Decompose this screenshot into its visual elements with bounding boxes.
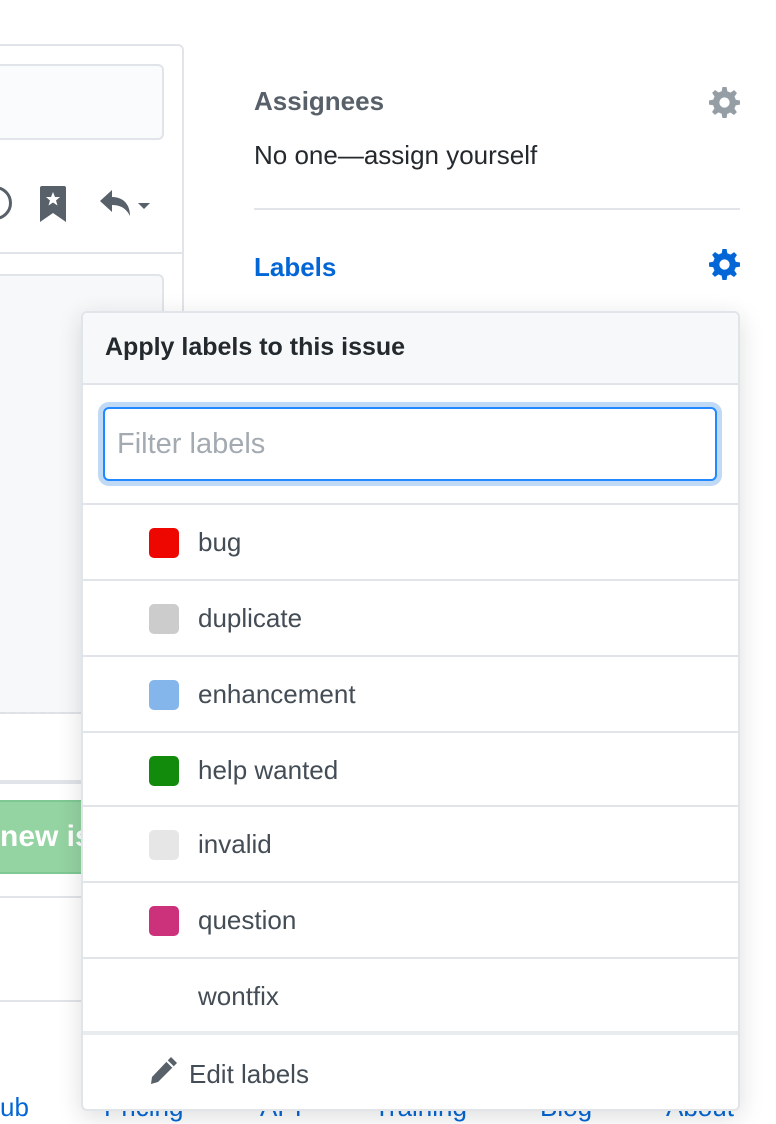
label-name: help wanted	[198, 755, 339, 785]
label-name: bug	[198, 527, 242, 557]
sidebar-divider	[254, 208, 740, 210]
label-name: enhancement	[198, 679, 356, 709]
labels-gear-icon[interactable]	[708, 248, 741, 286]
edit-labels-link[interactable]: Edit labels	[83, 1031, 738, 1109]
label-color-swatch	[149, 906, 179, 936]
assignees-heading[interactable]: Assignees	[254, 86, 384, 117]
edit-labels-text: Edit labels	[189, 1059, 309, 1089]
label-item-question[interactable]: question	[83, 883, 738, 959]
label-name: duplicate	[198, 603, 303, 633]
label-color-swatch	[149, 680, 179, 710]
label-name: question	[198, 905, 297, 935]
labels-heading[interactable]: Labels	[254, 252, 336, 283]
label-item-wontfix[interactable]: wontfix	[83, 959, 738, 1035]
label-color-swatch	[149, 830, 179, 860]
label-color-swatch	[149, 604, 179, 634]
popover-title: Apply labels to this issue	[83, 313, 738, 385]
filter-labels-input[interactable]	[103, 407, 717, 481]
label-item-bug[interactable]: bug	[83, 505, 738, 581]
saved-replies-icon[interactable]	[40, 186, 66, 227]
filter-container	[83, 385, 738, 505]
label-color-swatch	[149, 756, 179, 786]
label-item-help-wanted[interactable]: help wanted	[83, 733, 738, 807]
toolbar-divider	[0, 252, 184, 254]
assignees-gear-icon[interactable]	[708, 86, 741, 124]
label-color-swatch	[149, 528, 179, 558]
label-color-swatch	[149, 982, 179, 1012]
footer-link-github[interactable]: ub	[0, 1092, 29, 1123]
label-item-duplicate[interactable]: duplicate	[83, 581, 738, 657]
label-name: wontfix	[198, 981, 279, 1011]
label-name: invalid	[198, 829, 272, 859]
label-item-invalid[interactable]: invalid	[83, 807, 738, 883]
issue-title-input[interactable]	[0, 64, 164, 140]
reply-dropdown-icon[interactable]	[98, 186, 156, 227]
pencil-icon	[147, 1055, 179, 1092]
labels-popover: Apply labels to this issue bug duplicate…	[81, 311, 740, 1111]
assign-yourself-link[interactable]: No one—assign yourself	[254, 140, 537, 171]
label-item-enhancement[interactable]: enhancement	[83, 657, 738, 733]
